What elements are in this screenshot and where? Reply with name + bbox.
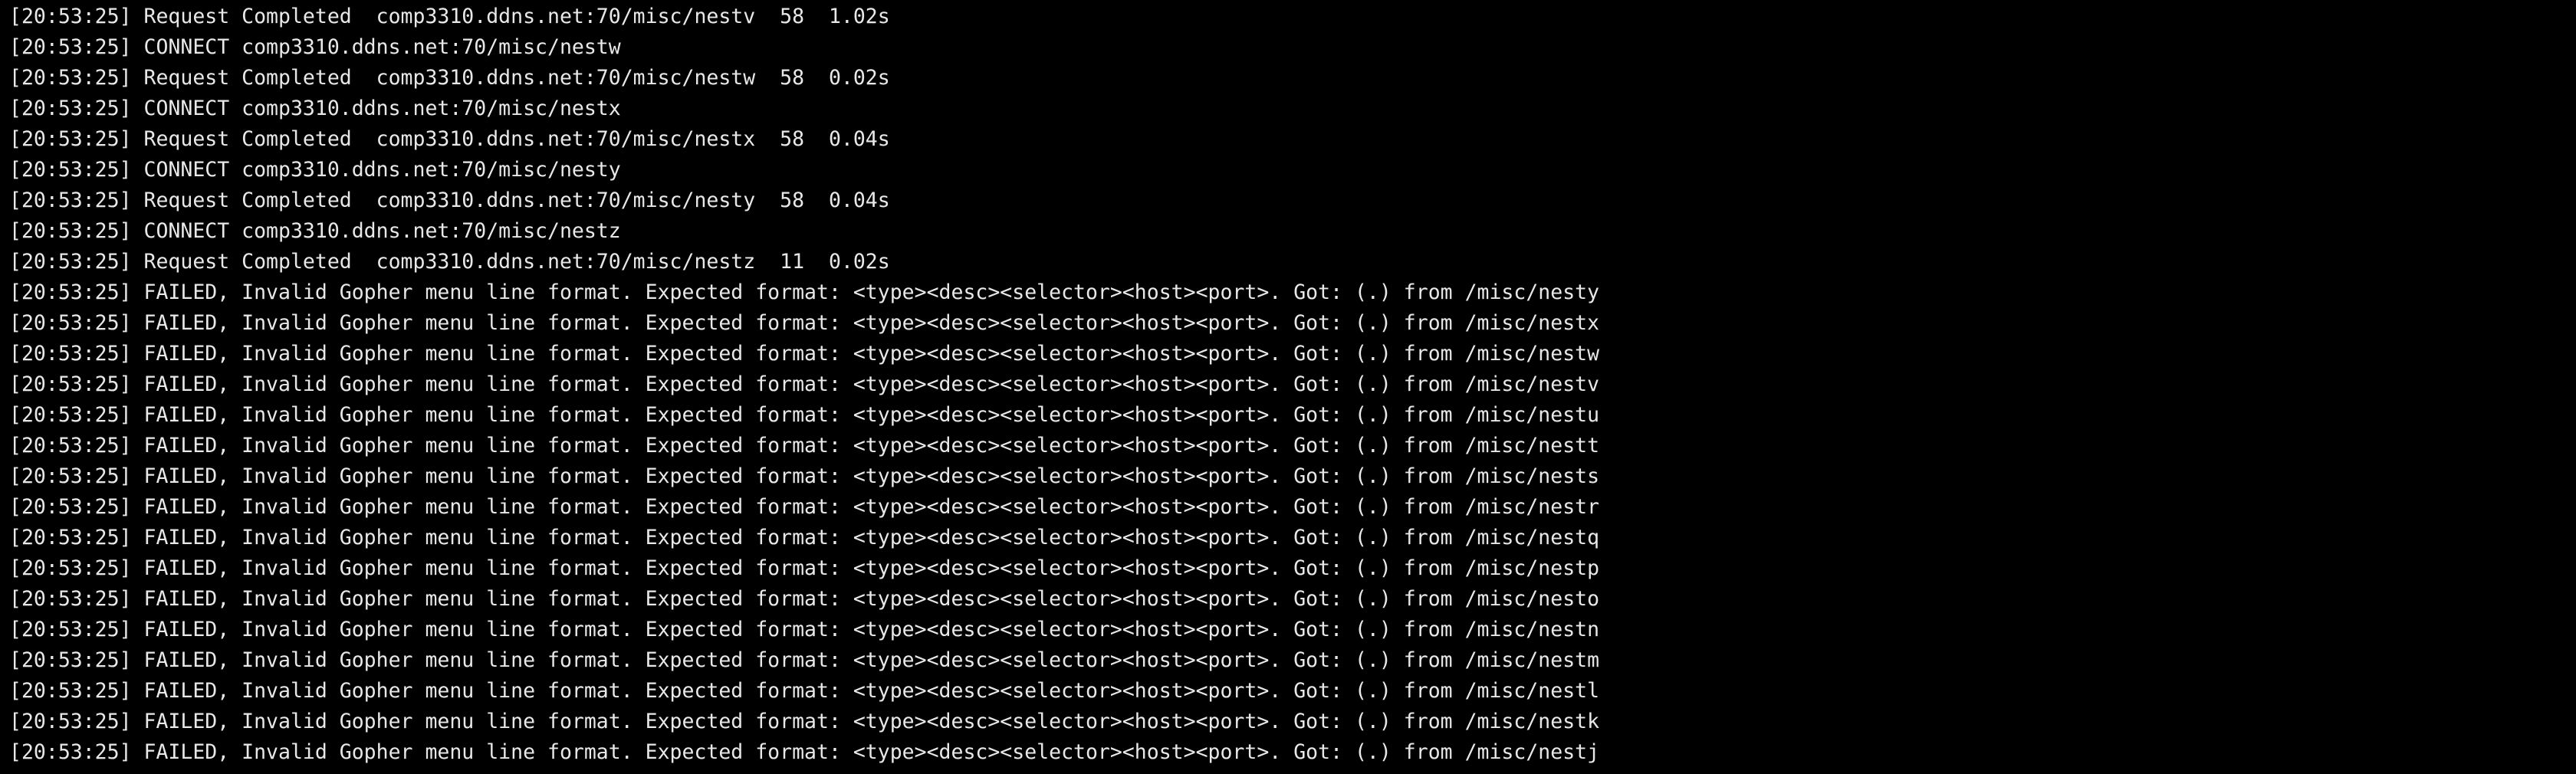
- log-line: [20:53:25] Request Completed comp3310.dd…: [9, 5, 890, 28]
- log-line: [20:53:25] FAILED, Invalid Gopher menu l…: [9, 372, 1600, 396]
- log-line: [20:53:25] Request Completed comp3310.dd…: [9, 127, 890, 151]
- log-line: [20:53:25] FAILED, Invalid Gopher menu l…: [9, 740, 1600, 764]
- log-line: [20:53:25] FAILED, Invalid Gopher menu l…: [9, 403, 1600, 427]
- log-line: [20:53:25] FAILED, Invalid Gopher menu l…: [9, 495, 1600, 519]
- log-line: [20:53:25] FAILED, Invalid Gopher menu l…: [9, 280, 1600, 304]
- log-line: [20:53:25] CONNECT comp3310.ddns.net:70/…: [9, 97, 621, 120]
- log-line: [20:53:25] FAILED, Invalid Gopher menu l…: [9, 648, 1600, 672]
- log-line: [20:53:25] FAILED, Invalid Gopher menu l…: [9, 464, 1600, 488]
- log-line: [20:53:25] FAILED, Invalid Gopher menu l…: [9, 526, 1600, 549]
- log-line: [20:53:25] Request Completed comp3310.dd…: [9, 250, 890, 274]
- log-line: [20:53:25] FAILED, Invalid Gopher menu l…: [9, 587, 1600, 611]
- log-line: [20:53:25] CONNECT comp3310.ddns.net:70/…: [9, 35, 621, 59]
- log-line: [20:53:25] FAILED, Invalid Gopher menu l…: [9, 311, 1600, 335]
- log-line: [20:53:25] FAILED, Invalid Gopher menu l…: [9, 556, 1600, 580]
- log-line: [20:53:25] FAILED, Invalid Gopher menu l…: [9, 618, 1600, 641]
- log-line: [20:53:25] Request Completed comp3310.dd…: [9, 189, 890, 212]
- terminal-output[interactable]: [20:53:25] Request Completed comp3310.dd…: [0, 0, 2576, 774]
- log-line: [20:53:25] CONNECT comp3310.ddns.net:70/…: [9, 158, 621, 182]
- log-line: [20:53:25] FAILED, Invalid Gopher menu l…: [9, 342, 1600, 366]
- log-line: [20:53:25] FAILED, Invalid Gopher menu l…: [9, 434, 1600, 458]
- log-line: [20:53:25] Request Completed comp3310.dd…: [9, 66, 890, 90]
- log-line: [20:53:25] FAILED, Invalid Gopher menu l…: [9, 710, 1600, 733]
- log-line: [20:53:25] FAILED, Invalid Gopher menu l…: [9, 679, 1600, 703]
- log-line: [20:53:25] CONNECT comp3310.ddns.net:70/…: [9, 219, 621, 243]
